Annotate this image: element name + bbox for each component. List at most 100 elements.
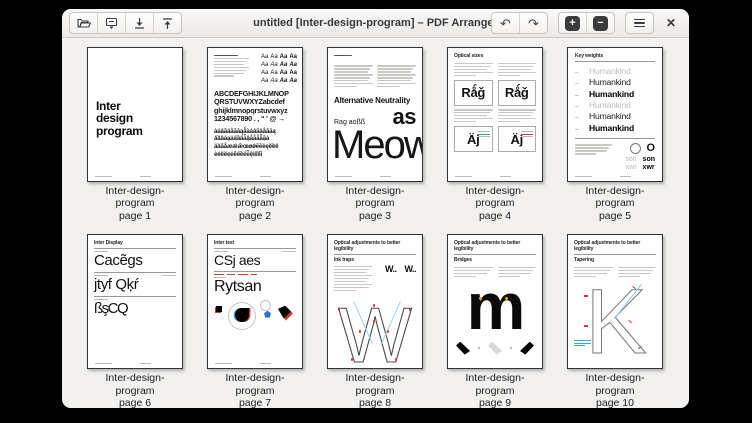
section-header: Optical adjustments to better legibility bbox=[334, 240, 416, 252]
page-label: Inter-design-programpage 1 bbox=[87, 185, 183, 222]
export-button[interactable] bbox=[153, 13, 181, 33]
app-window: untitled [Inter-design-program] – PDF Ar… bbox=[62, 9, 689, 408]
body-text-columns bbox=[328, 58, 422, 89]
glyph-detail-shapes bbox=[208, 298, 302, 334]
page-thumbnail-4[interactable]: Optical sizes Rǻǧ Rǻǧ bbox=[447, 47, 543, 182]
section-header: Optical sizes bbox=[454, 53, 536, 59]
desktop-background: untitled [Inter-design-program] – PDF Ar… bbox=[0, 0, 752, 423]
page-label: Inter-design-programpage 10 bbox=[567, 372, 663, 408]
glyph-box-display: Rǻǧ bbox=[454, 80, 493, 106]
page-footer bbox=[575, 176, 655, 177]
caption-text bbox=[575, 143, 612, 171]
glyph-box-aj-text: Äj bbox=[498, 126, 537, 152]
page-footer bbox=[95, 363, 175, 364]
page-footer bbox=[95, 176, 175, 177]
zoom-button-group: + − bbox=[558, 12, 615, 34]
page-thumbnail-3[interactable]: Alternative Neutrality Rag aoßß as Meow bbox=[327, 47, 423, 182]
section-header: Inter text bbox=[214, 240, 296, 246]
thumbnail-cell: AaAaAaAa AaAaAaAa AaAaAaAa AaAaAaAa ABCD… bbox=[207, 47, 303, 222]
gray-terminal bbox=[488, 342, 502, 355]
small-circle bbox=[260, 300, 271, 311]
ink-blob bbox=[235, 308, 249, 322]
zoom-out-icon: − bbox=[593, 16, 608, 31]
zoom-in-button[interactable]: + bbox=[559, 13, 586, 33]
zoom-in-icon: + bbox=[565, 16, 580, 31]
sub-header: Bridges bbox=[454, 257, 536, 263]
page-label: Inter-design-programpage 8 bbox=[327, 372, 423, 408]
section-header: Optical adjustments to better legibility bbox=[454, 240, 536, 252]
thumbnail-cell: Optical adjustments to better legibility… bbox=[327, 234, 423, 408]
o-samples: O sonxwr sonxwr bbox=[616, 143, 655, 171]
page-thumbnail-9[interactable]: Optical adjustments to better legibility… bbox=[447, 234, 543, 369]
thumbnail-cell: Key weights –Humankind –Humankind –Human… bbox=[567, 47, 663, 222]
page-thumbnail-8[interactable]: Optical adjustments to better legibility… bbox=[327, 234, 423, 369]
thumbnail-cell: Optical adjustments to better legibility… bbox=[567, 234, 663, 408]
page-thumbnail-1[interactable]: Inter design program bbox=[87, 47, 183, 182]
page-label: Inter-design-programpage 5 bbox=[567, 185, 663, 222]
w-samples: W.. W.. bbox=[376, 264, 416, 292]
page-label: Inter-design-programpage 3 bbox=[327, 185, 423, 222]
page-footer bbox=[335, 176, 415, 177]
page-label: Inter-design-programpage 4 bbox=[447, 185, 543, 222]
meow-sample: Meow bbox=[332, 128, 422, 162]
open-button[interactable] bbox=[70, 13, 97, 33]
specimen-line-3: ßşCQ bbox=[94, 301, 176, 317]
specimen-line-2: jtyf Qķŕ bbox=[94, 277, 176, 293]
page-footer bbox=[455, 176, 535, 177]
intro-paragraph bbox=[214, 53, 249, 85]
magenta-annotation bbox=[521, 130, 533, 139]
thumbnail-cell: Optical sizes Rǻǧ Rǻǧ bbox=[447, 47, 543, 222]
weight-samples: AaAaAaAa AaAaAaAa AaAaAaAa AaAaAaAa bbox=[253, 53, 297, 85]
page-thumbnail-5[interactable]: Key weights –Humankind –Humankind –Human… bbox=[567, 47, 663, 182]
terminal-details bbox=[456, 341, 534, 355]
blue-pentagon bbox=[264, 311, 271, 318]
menu-button-wrap bbox=[625, 12, 654, 34]
thumbnail-grid: Inter design program Inter-design-progra… bbox=[62, 38, 689, 408]
thumbnail-cell: Optical adjustments to better legibility… bbox=[447, 234, 543, 408]
redo-button[interactable]: ↷ bbox=[519, 13, 547, 33]
page-thumbnail-10[interactable]: Optical adjustments to better legibility… bbox=[567, 234, 663, 369]
page-thumbnail-7[interactable]: Inter text CSj aes Rytsan bbox=[207, 234, 303, 369]
hamburger-menu-icon bbox=[634, 19, 645, 28]
zoom-out-button[interactable]: − bbox=[586, 13, 614, 33]
thumbnail-cell: Alternative Neutrality Rag aoßß as Meow … bbox=[327, 47, 423, 222]
page-label: Inter-design-programpage 2 bbox=[207, 185, 303, 222]
cover-title: Inter design program bbox=[96, 100, 182, 137]
outlined-k-diagram: K bbox=[570, 273, 662, 360]
page-label: Inter-design-programpage 6 bbox=[87, 372, 183, 408]
sub-header: Ink traps bbox=[334, 257, 416, 263]
save-button[interactable] bbox=[97, 13, 125, 33]
specimen-line-2: Rytsan bbox=[214, 279, 296, 296]
menu-button[interactable] bbox=[626, 13, 653, 33]
red-marker bbox=[584, 295, 588, 296]
cyan-annotation-text bbox=[574, 339, 591, 347]
sub-header: Tapering bbox=[574, 257, 656, 263]
thumbnail-cell: Inter design program Inter-design-progra… bbox=[87, 47, 183, 222]
specimen-line-1: CSj aes bbox=[214, 253, 296, 268]
undo-icon: ↶ bbox=[500, 17, 511, 30]
page-thumbnail-2[interactable]: AaAaAaAa AaAaAaAa AaAaAaAa AaAaAaAa ABCD… bbox=[207, 47, 303, 182]
import-button[interactable] bbox=[125, 13, 153, 33]
header-bar: untitled [Inter-design-program] – PDF Ar… bbox=[62, 9, 689, 38]
thumbnail-cell: Inter text CSj aes Rytsan bbox=[207, 234, 303, 408]
section-header: Optical adjustments to better legibility bbox=[574, 240, 656, 252]
glyph-box-text: Rǻǧ bbox=[498, 80, 537, 106]
glyph-box-aj-display: Äj bbox=[454, 126, 493, 152]
close-button[interactable]: ✕ bbox=[660, 16, 682, 30]
export-arrow-icon bbox=[161, 17, 174, 30]
page-footer bbox=[215, 363, 295, 364]
import-arrow-icon bbox=[133, 17, 146, 30]
square-detail bbox=[216, 306, 222, 312]
undo-button[interactable]: ↶ bbox=[492, 13, 519, 33]
accents-specimen: àáâãäåāăąǻàáâãäåāăą ǎȁȃȧạảấầẩẫậắằẳẵặà äâ… bbox=[214, 128, 296, 159]
page-footer bbox=[215, 176, 295, 177]
alphabet-specimen: ABCDEFGHIJKLMNOP QRSTUVWXYZabcdef ghijkl… bbox=[214, 90, 296, 122]
folder-open-icon bbox=[77, 17, 91, 29]
weight-rows: –Humankind –Humankind –Humankind –Humank… bbox=[575, 66, 655, 134]
page-thumbnail-6[interactable]: Inter Display Cacẽgs jtyf Qķŕ ßşCQ bbox=[87, 234, 183, 369]
page-label: Inter-design-programpage 9 bbox=[447, 372, 543, 408]
black-terminal bbox=[456, 342, 470, 355]
black-terminal-flipped bbox=[520, 342, 534, 355]
specimen-line-1: Cacẽgs bbox=[94, 253, 176, 269]
svg-text:W: W bbox=[338, 292, 412, 369]
